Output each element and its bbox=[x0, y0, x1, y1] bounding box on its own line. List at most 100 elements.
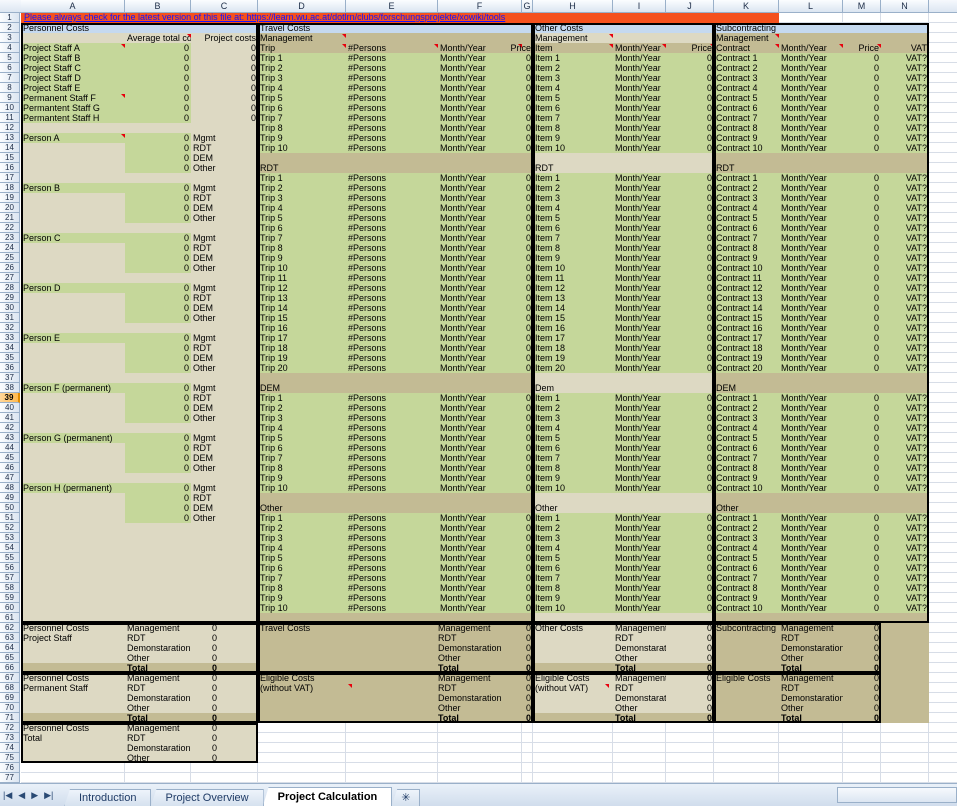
person-category-value[interactable]: 0 bbox=[125, 463, 191, 473]
data-cell-other-price[interactable]: 0 bbox=[666, 363, 714, 373]
row-header-47[interactable]: 47 bbox=[0, 473, 20, 483]
row-header-63[interactable]: 63 bbox=[0, 633, 20, 643]
data-cell-subcontracting-price[interactable]: 0 bbox=[843, 443, 881, 453]
data-cell-subcontracting-vat[interactable]: VAT? bbox=[881, 143, 929, 153]
data-cell-subcontracting-price[interactable]: 0 bbox=[843, 263, 881, 273]
data-cell-subcontracting-month[interactable]: Month/Year bbox=[779, 83, 843, 93]
data-cell-travel-price[interactable]: 0 bbox=[478, 543, 533, 553]
row-header-55[interactable]: 55 bbox=[0, 553, 20, 563]
data-cell-other-price[interactable]: 0 bbox=[666, 323, 714, 333]
data-cell-travel-price[interactable]: 0 bbox=[478, 213, 533, 223]
data-cell-subcontracting-price[interactable]: 0 bbox=[843, 433, 881, 443]
data-cell-subcontracting-vat[interactable]: VAT? bbox=[881, 413, 929, 423]
data-cell-travel-persons[interactable]: #Persons bbox=[346, 603, 438, 613]
sheet-tab-project-calculation[interactable]: Project Calculation bbox=[262, 787, 393, 806]
data-cell-travel-persons[interactable]: #Persons bbox=[346, 593, 438, 603]
data-cell-travel-price[interactable]: 0 bbox=[478, 173, 533, 183]
data-cell-travel-persons[interactable]: #Persons bbox=[346, 453, 438, 463]
data-cell-subcontracting-label[interactable]: Contract 1 bbox=[714, 393, 779, 403]
data-cell-subcontracting-label[interactable]: Contract 9 bbox=[714, 253, 779, 263]
data-cell-subcontracting-price[interactable]: 0 bbox=[843, 103, 881, 113]
data-cell-travel-label[interactable]: Trip 5 bbox=[258, 213, 346, 223]
data-cell-travel-persons[interactable]: #Persons bbox=[346, 193, 438, 203]
data-cell-subcontracting-price[interactable]: 0 bbox=[843, 123, 881, 133]
data-cell-other-price[interactable]: 0 bbox=[666, 193, 714, 203]
data-cell-subcontracting-price[interactable]: 0 bbox=[843, 303, 881, 313]
row-header-60[interactable]: 60 bbox=[0, 603, 20, 613]
data-cell-subcontracting-vat[interactable]: VAT? bbox=[881, 243, 929, 253]
data-cell-subcontracting-month[interactable]: Month/Year bbox=[779, 183, 843, 193]
row-header-68[interactable]: 68 bbox=[0, 683, 20, 693]
row-header-62[interactable]: 62 bbox=[0, 623, 20, 633]
data-cell-subcontracting-label[interactable]: Contract 16 bbox=[714, 323, 779, 333]
data-cell-travel-price[interactable]: 0 bbox=[478, 463, 533, 473]
row-header-53[interactable]: 53 bbox=[0, 533, 20, 543]
data-cell-other-price[interactable]: 0 bbox=[666, 203, 714, 213]
data-cell-travel-label[interactable]: Trip 10 bbox=[258, 603, 346, 613]
row-header-71[interactable]: 71 bbox=[0, 713, 20, 723]
data-cell-travel-price[interactable]: 0 bbox=[478, 593, 533, 603]
data-cell-other-month[interactable]: Month/Year bbox=[613, 83, 666, 93]
data-cell-travel-price[interactable]: 0 bbox=[478, 443, 533, 453]
data-cell-other-price[interactable]: 0 bbox=[666, 403, 714, 413]
data-cell-subcontracting-vat[interactable]: VAT? bbox=[881, 523, 929, 533]
data-cell-subcontracting-price[interactable]: 0 bbox=[843, 353, 881, 363]
data-cell-other-month[interactable]: Month/Year bbox=[613, 53, 666, 63]
row-header-16[interactable]: 16 bbox=[0, 163, 20, 173]
data-cell-travel-price[interactable]: 0 bbox=[478, 73, 533, 83]
data-cell-other-label[interactable]: Item 14 bbox=[533, 303, 613, 313]
row-header-51[interactable]: 51 bbox=[0, 513, 20, 523]
person-category-value[interactable]: 0 bbox=[125, 443, 191, 453]
data-cell-travel-price[interactable]: 0 bbox=[478, 203, 533, 213]
data-cell-subcontracting-month[interactable]: Month/Year bbox=[779, 303, 843, 313]
data-cell-other-month[interactable]: Month/Year bbox=[613, 473, 666, 483]
row-header-18[interactable]: 18 bbox=[0, 183, 20, 193]
data-cell-other-label[interactable]: Item 10 bbox=[533, 483, 613, 493]
row-header-67[interactable]: 67 bbox=[0, 673, 20, 683]
person-category-value[interactable]: 0 bbox=[125, 133, 191, 143]
data-cell-other-price[interactable]: 0 bbox=[666, 73, 714, 83]
horizontal-scrollbar[interactable] bbox=[837, 787, 957, 803]
data-cell-subcontracting-vat[interactable]: VAT? bbox=[881, 183, 929, 193]
data-cell-other-price[interactable]: 0 bbox=[666, 343, 714, 353]
data-cell-subcontracting-month[interactable]: Month/Year bbox=[779, 53, 843, 63]
data-cell-subcontracting-month[interactable]: Month/Year bbox=[779, 113, 843, 123]
data-cell-subcontracting-vat[interactable]: VAT? bbox=[881, 253, 929, 263]
data-cell-subcontracting-month[interactable]: Month/Year bbox=[779, 233, 843, 243]
summary-category-value[interactable]: 0 bbox=[478, 683, 533, 693]
data-cell-subcontracting-month[interactable]: Month/Year bbox=[779, 203, 843, 213]
data-cell-subcontracting-label[interactable]: Contract 4 bbox=[714, 83, 779, 93]
personnel-staff-project-value[interactable]: 0 bbox=[191, 93, 258, 103]
data-cell-subcontracting-month[interactable]: Month/Year bbox=[779, 253, 843, 263]
data-cell-travel-label[interactable]: Trip 16 bbox=[258, 323, 346, 333]
data-cell-travel-label[interactable]: Trip 5 bbox=[258, 93, 346, 103]
row-header-17[interactable]: 17 bbox=[0, 173, 20, 183]
data-cell-subcontracting-month[interactable]: Month/Year bbox=[779, 433, 843, 443]
sheet-nav-next-icon[interactable]: ▶ bbox=[31, 790, 38, 801]
person-name[interactable]: Person G (permanent) bbox=[21, 433, 125, 443]
data-cell-subcontracting-month[interactable]: Month/Year bbox=[779, 453, 843, 463]
summary-category-value[interactable]: 0 bbox=[843, 693, 881, 703]
data-cell-other-month[interactable]: Month/Year bbox=[613, 433, 666, 443]
summary-category-value[interactable]: 0 bbox=[179, 693, 219, 703]
row-header-11[interactable]: 11 bbox=[0, 113, 20, 123]
data-cell-subcontracting-vat[interactable]: VAT? bbox=[881, 593, 929, 603]
summary-category-value[interactable]: 0 bbox=[843, 683, 881, 693]
data-cell-other-label[interactable]: Item 15 bbox=[533, 313, 613, 323]
personnel-staff-project-value[interactable]: 0 bbox=[191, 83, 258, 93]
data-cell-subcontracting-price[interactable]: 0 bbox=[843, 293, 881, 303]
summary-category-value[interactable]: 0 bbox=[666, 633, 714, 643]
data-cell-subcontracting-vat[interactable]: VAT? bbox=[881, 273, 929, 283]
column-header-C[interactable]: C bbox=[191, 0, 258, 12]
person-category-value[interactable]: 0 bbox=[125, 303, 191, 313]
data-cell-travel-label[interactable]: Trip 9 bbox=[258, 593, 346, 603]
data-cell-other-price[interactable]: 0 bbox=[666, 133, 714, 143]
row-header-74[interactable]: 74 bbox=[0, 743, 20, 753]
person-category-value[interactable]: 0 bbox=[125, 493, 191, 503]
personnel-staff-avg-value[interactable]: 0 bbox=[125, 103, 191, 113]
data-cell-subcontracting-price[interactable]: 0 bbox=[843, 313, 881, 323]
data-cell-subcontracting-label[interactable]: Contract 5 bbox=[714, 553, 779, 563]
data-cell-other-month[interactable]: Month/Year bbox=[613, 513, 666, 523]
summary-category-value[interactable]: 0 bbox=[843, 623, 881, 633]
data-cell-other-month[interactable]: Month/Year bbox=[613, 443, 666, 453]
